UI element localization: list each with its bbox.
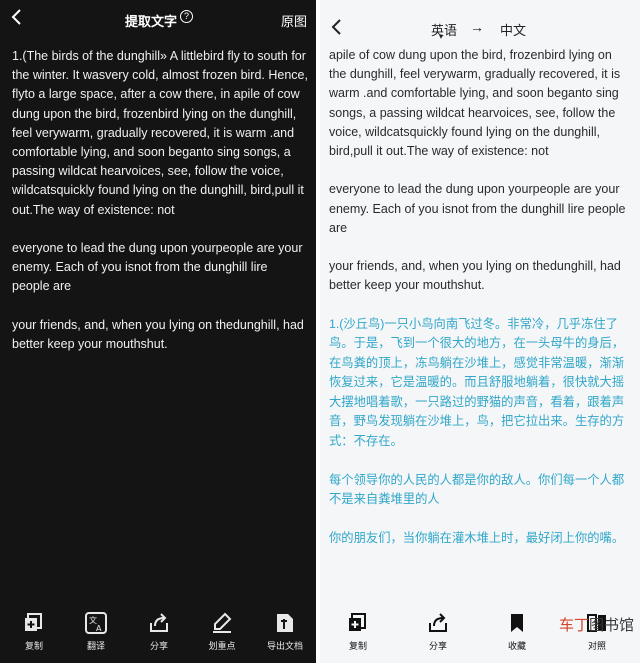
target-language-select[interactable]: 中文: [500, 20, 526, 39]
top-bar: 提取文字 ? 原图: [0, 0, 316, 40]
original-image-button[interactable]: 原图: [281, 11, 307, 30]
copy-label: 复制: [348, 641, 367, 651]
back-button[interactable]: [10, 8, 22, 26]
translated-text: 1.(沙丘鸟)一只小鸟向南飞过冬。非常冷，几乎冻住了鸟。于是，飞到一个很大的地方…: [329, 315, 629, 549]
copy-button[interactable]: 复制: [328, 611, 388, 652]
translation-panel: 英语 ▾ → 中文 apile of cow dung upon the bir…: [320, 0, 640, 663]
export-document-icon: [277, 614, 293, 632]
extract-text-panel: 提取文字 ? 原图 1.(The birds of the dunghill» …: [0, 0, 316, 663]
highlight-label: 划重点: [208, 641, 236, 651]
source-paragraph: your friends, and, when you lying on the…: [329, 259, 621, 293]
export-document-label: 导出文档: [266, 641, 303, 651]
copy-button[interactable]: 复制: [4, 611, 64, 652]
bottom-toolbar: 复制 分享 收藏 对照 车丁图书馆: [320, 607, 640, 663]
watermark-text: 图书馆: [588, 617, 634, 634]
text-paragraph: everyone to lead the dung upon yourpeopl…: [12, 241, 303, 294]
bottom-toolbar: 复制 文 A 翻译 分享 划重点 导出文档: [0, 607, 316, 663]
translated-paragraph: 1.(沙丘鸟)一只小鸟向南飞过冬。非常冷，几乎冻住了鸟。于是，飞到一个很大的地方…: [329, 316, 625, 448]
watermark: 车丁图书馆: [559, 614, 634, 635]
translate-button[interactable]: 文 A 翻译: [66, 611, 126, 652]
page-title: 提取文字: [125, 14, 178, 29]
copy-label: 复制: [24, 641, 43, 651]
bookmark-button[interactable]: 收藏: [487, 611, 547, 652]
source-paragraph: apile of cow dung upon the bird, frozenb…: [329, 48, 621, 159]
translated-paragraph: 你的朋友们，当你躺在灌木堆上时，最好闭上你的嘴。: [329, 531, 625, 546]
translated-paragraph: 每个领导你的人民的人都是你的敌人。你们每一个人都不是来自粪堆里的人: [329, 472, 625, 507]
share-label: 分享: [428, 641, 447, 651]
language-selector: 英语 ▾ → 中文: [320, 18, 640, 41]
compare-label: 对照: [587, 641, 606, 651]
copy-icon: [25, 613, 42, 631]
translation-content[interactable]: apile of cow dung upon the bird, frozenb…: [329, 46, 629, 568]
watermark-brand: 车丁: [558, 617, 589, 634]
share-button[interactable]: 分享: [408, 611, 468, 652]
source-paragraph: everyone to lead the dung upon yourpeopl…: [329, 182, 626, 235]
copy-icon: [349, 613, 366, 631]
highlight-button[interactable]: 划重点: [192, 611, 252, 652]
export-document-button[interactable]: 导出文档: [255, 611, 315, 652]
translate-icon: 文 A: [85, 612, 107, 634]
extracted-text[interactable]: 1.(The birds of the dunghill» A littlebi…: [12, 47, 308, 373]
bookmark-icon: [511, 614, 523, 632]
text-paragraph: your friends, and, when you lying on the…: [12, 317, 304, 352]
chevron-down-icon: ▾: [439, 32, 444, 41]
translate-label: 翻译: [86, 641, 105, 651]
svg-text:A: A: [96, 624, 102, 633]
source-language-select[interactable]: 英语: [431, 20, 457, 39]
share-button[interactable]: 分享: [129, 611, 189, 652]
help-icon[interactable]: ?: [180, 10, 193, 23]
share-icon: [429, 613, 447, 632]
text-paragraph: 1.(The birds of the dunghill» A littlebi…: [12, 49, 308, 217]
share-label: 分享: [149, 641, 168, 651]
arrow-right-icon: →: [470, 19, 484, 35]
share-icon: [150, 613, 168, 632]
chevron-left-icon: [11, 9, 21, 25]
highlight-icon: [213, 612, 232, 633]
bookmark-label: 收藏: [507, 641, 526, 651]
